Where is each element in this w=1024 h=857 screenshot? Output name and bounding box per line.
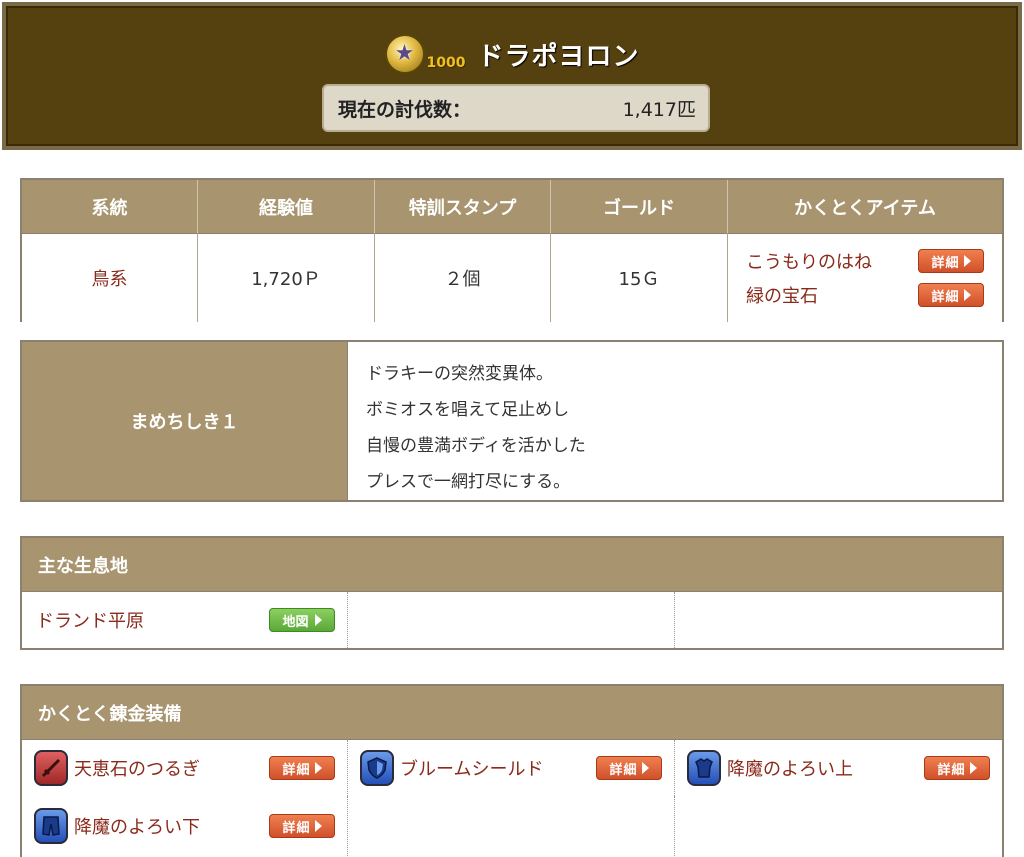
coin-value: 1000 — [426, 55, 466, 71]
gold-value: 15Ｇ — [551, 234, 728, 322]
detail-button[interactable]: 詳細 — [596, 756, 662, 780]
equipment-grid: 天恵石のつるぎ 詳細 ブルームシールド 詳細 降魔のよろい上 詳細 降魔のよろい… — [22, 740, 1002, 856]
header-family: 系統 — [22, 180, 198, 234]
trivia-text: ドラキーの突然変異体。 ボミオスを唱えて足止めし 自慢の豊満ボディを活かした プ… — [348, 342, 1002, 500]
monster-header: ★ 1000 ドラポヨロン 現在の討伐数： 1,417匹 — [2, 2, 1022, 150]
habitat-section: 主な生息地 ドランド平原 地図 — [20, 536, 1004, 650]
drop-item-name[interactable]: こうもりのはね — [746, 248, 872, 274]
armor-top-icon — [687, 750, 721, 786]
detail-button[interactable]: 詳細 — [918, 249, 984, 273]
habitat-empty-cell — [675, 592, 1002, 648]
coin-icon: ★ — [384, 34, 425, 74]
header-stamp: 特訓スタンプ — [375, 180, 551, 234]
equipment-item[interactable]: 降魔のよろい下 詳細 — [22, 796, 348, 856]
arrow-right-icon — [963, 289, 971, 301]
arrow-right-icon — [969, 762, 977, 774]
arrow-right-icon — [314, 762, 322, 774]
drop-item[interactable]: こうもりのはね 詳細 — [746, 248, 984, 274]
kill-count-box: 現在の討伐数： 1,417匹 — [322, 84, 710, 132]
detail-button[interactable]: 詳細 — [918, 283, 984, 307]
drop-items: こうもりのはね 詳細 緑の宝石 詳細 — [728, 234, 1002, 322]
habitat-place[interactable]: ドランド平原 地図 — [22, 592, 348, 648]
header-items: かくとくアイテム — [728, 180, 1002, 234]
header-gold: ゴールド — [551, 180, 728, 234]
drop-item[interactable]: 緑の宝石 詳細 — [746, 282, 984, 308]
kill-count: 1,417匹 — [622, 98, 696, 121]
arrow-right-icon — [641, 762, 649, 774]
map-button[interactable]: 地図 — [269, 608, 335, 632]
equipment-item[interactable]: 天恵石のつるぎ 詳細 — [22, 740, 348, 796]
shield-icon — [360, 750, 394, 786]
arrow-right-icon — [963, 255, 971, 267]
detail-button[interactable]: 詳細 — [269, 814, 335, 838]
trivia-line: ドラキーの突然変異体。 — [366, 364, 553, 384]
armor-bottom-icon — [34, 808, 68, 844]
trivia-line: プレスで一網打尽にする。 — [366, 472, 571, 492]
detail-button[interactable]: 詳細 — [269, 756, 335, 780]
arrow-right-icon — [314, 820, 322, 832]
equipment-section: かくとく錬金装備 天恵石のつるぎ 詳細 ブルームシールド 詳細 降魔のよろい上 … — [20, 684, 1004, 857]
drop-item-name[interactable]: 緑の宝石 — [746, 282, 818, 308]
trivia-block: まめちしき１ ドラキーの突然変異体。 ボミオスを唱えて足止めし 自慢の豊満ボディ… — [20, 340, 1004, 502]
equipment-empty-cell — [348, 796, 675, 856]
equipment-item[interactable]: ブルームシールド 詳細 — [348, 740, 675, 796]
equipment-name[interactable]: 天恵石のつるぎ — [74, 755, 200, 781]
equipment-empty-cell — [675, 796, 1002, 856]
equipment-name[interactable]: ブルームシールド — [400, 755, 543, 781]
trivia-title: まめちしき１ — [22, 342, 348, 500]
sword-icon — [34, 750, 68, 786]
stamp-value: ２個 — [375, 234, 551, 322]
habitat-title: 主な生息地 — [22, 538, 1002, 592]
habitat-empty-cell — [348, 592, 675, 648]
arrow-right-icon — [314, 614, 322, 626]
kill-label: 現在の討伐数： — [338, 98, 472, 121]
equipment-item[interactable]: 降魔のよろい上 詳細 — [675, 740, 1002, 796]
exp-value: 1,720Ｐ — [198, 234, 375, 322]
equipment-name[interactable]: 降魔のよろい上 — [727, 755, 853, 781]
header-exp: 経験値 — [198, 180, 375, 234]
stats-table: 系統 経験値 特訓スタンプ ゴールド かくとくアイテム 鳥系 1,720Ｐ ２個… — [20, 178, 1004, 322]
monster-name: ドラポヨロン — [477, 41, 640, 72]
habitat-place-name[interactable]: ドランド平原 — [36, 607, 144, 633]
title-row: ★ 1000 ドラポヨロン — [6, 32, 1018, 76]
family-value[interactable]: 鳥系 — [22, 234, 198, 322]
equipment-title: かくとく錬金装備 — [22, 686, 1002, 740]
detail-button[interactable]: 詳細 — [924, 756, 990, 780]
equipment-name[interactable]: 降魔のよろい下 — [74, 813, 200, 839]
trivia-line: 自慢の豊満ボディを活かした — [366, 436, 586, 456]
trivia-line: ボミオスを唱えて足止めし — [366, 400, 570, 420]
habitat-row: ドランド平原 地図 — [22, 592, 1002, 648]
